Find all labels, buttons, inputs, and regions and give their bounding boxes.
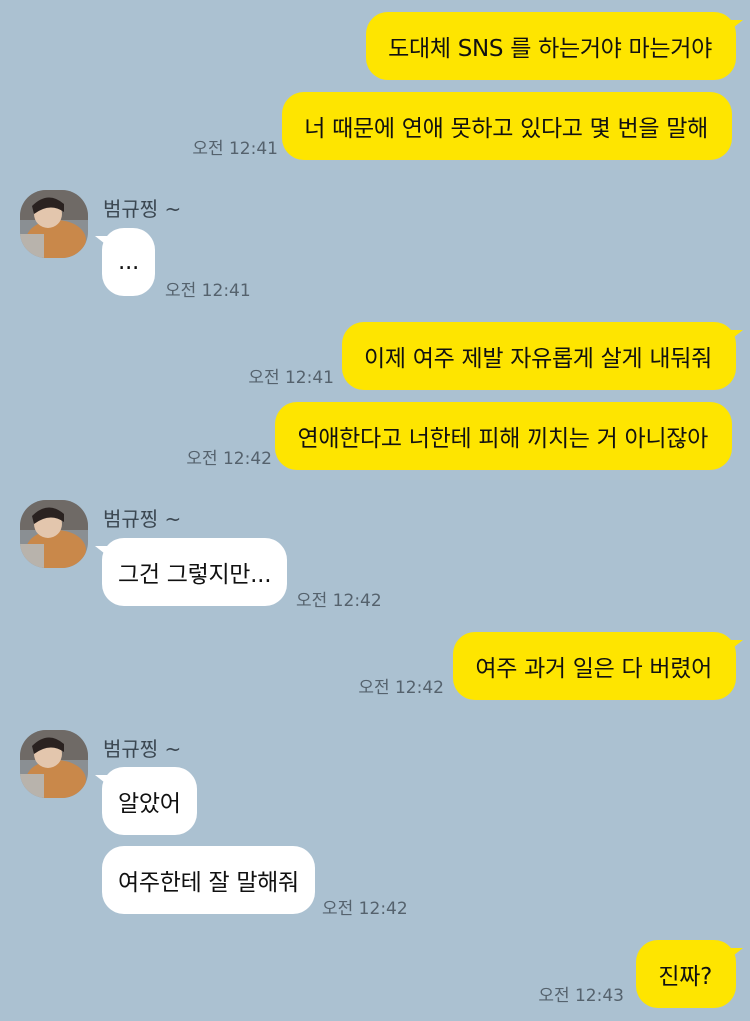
message-timestamp: 오전 12:41: [165, 281, 251, 301]
message-timestamp: 오전 12:41: [192, 139, 278, 159]
message-text: ...: [118, 249, 140, 275]
sender-name: 범규찡 ~: [103, 197, 182, 221]
their-message-bubble[interactable]: 그건 그렇지만...: [94, 538, 288, 606]
avatar-image: [20, 190, 88, 258]
sender-avatar[interactable]: [20, 730, 88, 798]
message-timestamp: 오전 12:43: [538, 986, 624, 1006]
message-text: 여주 과거 일은 다 버렸어: [475, 656, 712, 682]
my-message-bubble[interactable]: 너 때문에 연애 못하고 있다고 몇 번을 말해: [282, 92, 732, 160]
my-message-bubble[interactable]: 연애한다고 너한테 피해 끼치는 거 아니잖아: [275, 402, 732, 470]
my-message-bubble[interactable]: 진짜?: [636, 940, 743, 1008]
message-timestamp: 오전 12:42: [322, 899, 408, 919]
their-message-bubble[interactable]: 여주한테 잘 말해줘: [102, 846, 315, 914]
message-timestamp: 오전 12:42: [358, 678, 444, 698]
message-text: 이제 여주 제발 자유롭게 살게 내둬줘: [364, 346, 712, 372]
avatar-image: [20, 500, 88, 568]
message-text: 알았어: [118, 791, 181, 817]
sender-name: 범규찡 ~: [103, 737, 182, 761]
message-timestamp: 오전 12:42: [186, 449, 272, 469]
my-message-bubble[interactable]: 여주 과거 일은 다 버렸어: [453, 632, 743, 700]
my-message-bubble[interactable]: 도대체 SNS 를 하는거야 마는거야: [366, 12, 743, 80]
message-timestamp: 오전 12:41: [248, 368, 334, 388]
sender-avatar[interactable]: [20, 500, 88, 568]
chat-screen: { "chat": { "sender_name": "범규찡 ~", "mes…: [0, 0, 750, 1021]
message-text: 여주한테 잘 말해줘: [118, 870, 299, 896]
message-timestamp: 오전 12:42: [296, 591, 382, 611]
sender-avatar[interactable]: [20, 190, 88, 258]
message-text: 그건 그렇지만...: [118, 562, 272, 588]
sender-name: 범규찡 ~: [103, 507, 182, 531]
message-text: 도대체 SNS 를 하는거야 마는거야: [388, 36, 712, 62]
their-message-bubble[interactable]: ...: [94, 228, 156, 296]
avatar-image: [20, 730, 88, 798]
my-message-bubble[interactable]: 이제 여주 제발 자유롭게 살게 내둬줘: [342, 322, 743, 390]
message-text: 너 때문에 연애 못하고 있다고 몇 번을 말해: [304, 116, 708, 142]
message-text: 연애한다고 너한테 피해 끼치는 거 아니잖아: [297, 426, 708, 452]
their-message-bubble[interactable]: 알았어: [95, 767, 197, 835]
message-text: 진짜?: [658, 964, 712, 990]
